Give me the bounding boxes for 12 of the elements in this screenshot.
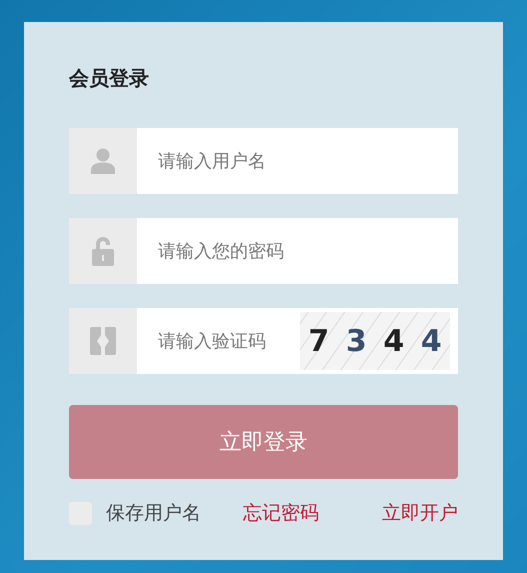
checkbox-label: 保存用户名 [106,501,201,526]
code-icon [90,327,116,355]
panel-title: 会员登录 [69,65,150,92]
input-field[interactable]: 请输入验证码 [137,308,300,374]
padlock-icon [92,236,114,266]
input-field[interactable]: 请输入您的密码 [137,218,458,284]
link[interactable]: 忘记密码 [243,499,319,528]
user-icon [91,148,115,174]
input-field[interactable]: 请输入用户名 [137,128,458,194]
captcha-image[interactable]: 7 3 4 4 [300,308,458,374]
login-button[interactable]: 立即登录 [69,405,458,479]
link[interactable]: 立即开户 [382,499,458,528]
